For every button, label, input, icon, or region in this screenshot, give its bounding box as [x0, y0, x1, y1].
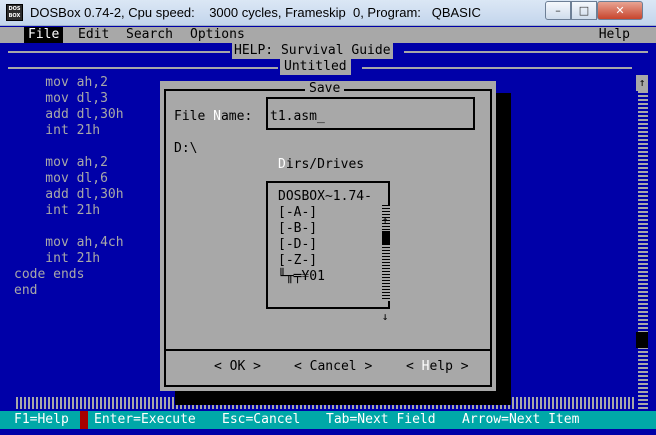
dialog-divider [166, 349, 490, 351]
file-name-label: File Name: [174, 109, 252, 125]
cancel-button[interactable]: < Cancel > [294, 359, 372, 375]
dirs-hotkey: D [278, 157, 286, 172]
dir-item[interactable]: DOSBOX~1.74- [278, 189, 372, 205]
help-window-title: HELP: Survival Guide [232, 43, 393, 59]
status-f1-help: F1=Help [14, 412, 69, 427]
current-directory: D:\ [174, 141, 198, 156]
menu-bar: File Edit Search Options Help [0, 27, 656, 43]
menu-help[interactable]: Help [595, 27, 634, 43]
minimize-button[interactable]: – [545, 1, 571, 20]
close-button[interactable]: ✕ [597, 1, 643, 20]
status-separator [80, 411, 88, 429]
editor-title-bar: Untitled [0, 59, 656, 75]
menu-edit[interactable]: Edit [74, 27, 113, 43]
dirs-drives-label: Dirs/Drives [278, 157, 364, 173]
help-button[interactable]: < Help > [406, 359, 469, 375]
editor-bar-line-right [362, 67, 632, 69]
help-bar-line-right [404, 51, 648, 53]
window-title: DOSBox 0.74-2, Cpu speed: 3000 cycles, F… [30, 5, 481, 20]
dirs-scroll-down-icon[interactable]: ↓ [380, 309, 390, 325]
help-button-rest: elp > [429, 359, 469, 374]
maximize-button[interactable]: □ [571, 1, 597, 20]
menu-search[interactable]: Search [122, 27, 177, 43]
dirs-list: DOSBOX~1.74- [-A-] [-B-] [-D-] [-Z-] ╙╥╤… [278, 189, 372, 285]
status-enter-execute: Enter=Execute [94, 412, 196, 427]
window-titlebar: DOS BOX DOSBox 0.74-2, Cpu speed: 3000 c… [0, 0, 656, 26]
help-button-pre: < [406, 359, 422, 374]
file-name-label-rest: ame: [220, 109, 253, 124]
menu-options[interactable]: Options [186, 27, 249, 43]
status-bar: F1=Help Enter=Execute Esc=Cancel Tab=Nex… [0, 411, 656, 429]
dosbox-icon: DOS BOX [6, 4, 23, 21]
help-window-bar: HELP: Survival Guide [0, 43, 656, 59]
editor-bar-line-left [8, 67, 278, 69]
drive-item[interactable]: [-A-] [278, 205, 372, 221]
dir-item[interactable]: ╙╥╤¥01 [278, 269, 372, 285]
drive-item[interactable]: [-Z-] [278, 253, 372, 269]
icon-text-bottom: BOX [8, 13, 21, 19]
editor-title: Untitled [280, 59, 351, 75]
editor-vertical-scrollbar[interactable] [638, 75, 648, 427]
menu-file[interactable]: File [24, 27, 64, 43]
file-name-label-text: File [174, 109, 214, 124]
help-bar-line-left [8, 51, 230, 53]
icon-text-top: DOS [8, 6, 21, 12]
ok-button[interactable]: < OK > [214, 359, 261, 375]
dirs-scroll-up-icon[interactable]: ↑ [380, 213, 390, 229]
drive-item[interactable]: [-B-] [278, 221, 372, 237]
file-name-hotkey: N [213, 109, 221, 124]
status-esc-cancel: Esc=Cancel [222, 412, 301, 427]
drive-item[interactable]: [-D-] [278, 237, 372, 253]
dialog-title: Save [305, 81, 345, 97]
status-arrow-next-item: Arrow=Next Item [462, 412, 580, 427]
status-tab-next-field: Tab=Next Field [326, 412, 436, 427]
editor-scroll-thumb[interactable] [636, 332, 648, 348]
scroll-up-arrow-icon[interactable]: ↑ [636, 75, 648, 91]
dos-screen: File Edit Search Options Help HELP: Surv… [0, 27, 656, 435]
dirs-scroll-thumb[interactable] [382, 231, 390, 245]
file-name-value[interactable]: t1.asm_ [270, 109, 325, 125]
save-dialog: Save File Name: t1.asm_ D:\ Dirs/Drives … [160, 81, 496, 391]
dirs-label-rest: irs/Drives [285, 157, 365, 172]
